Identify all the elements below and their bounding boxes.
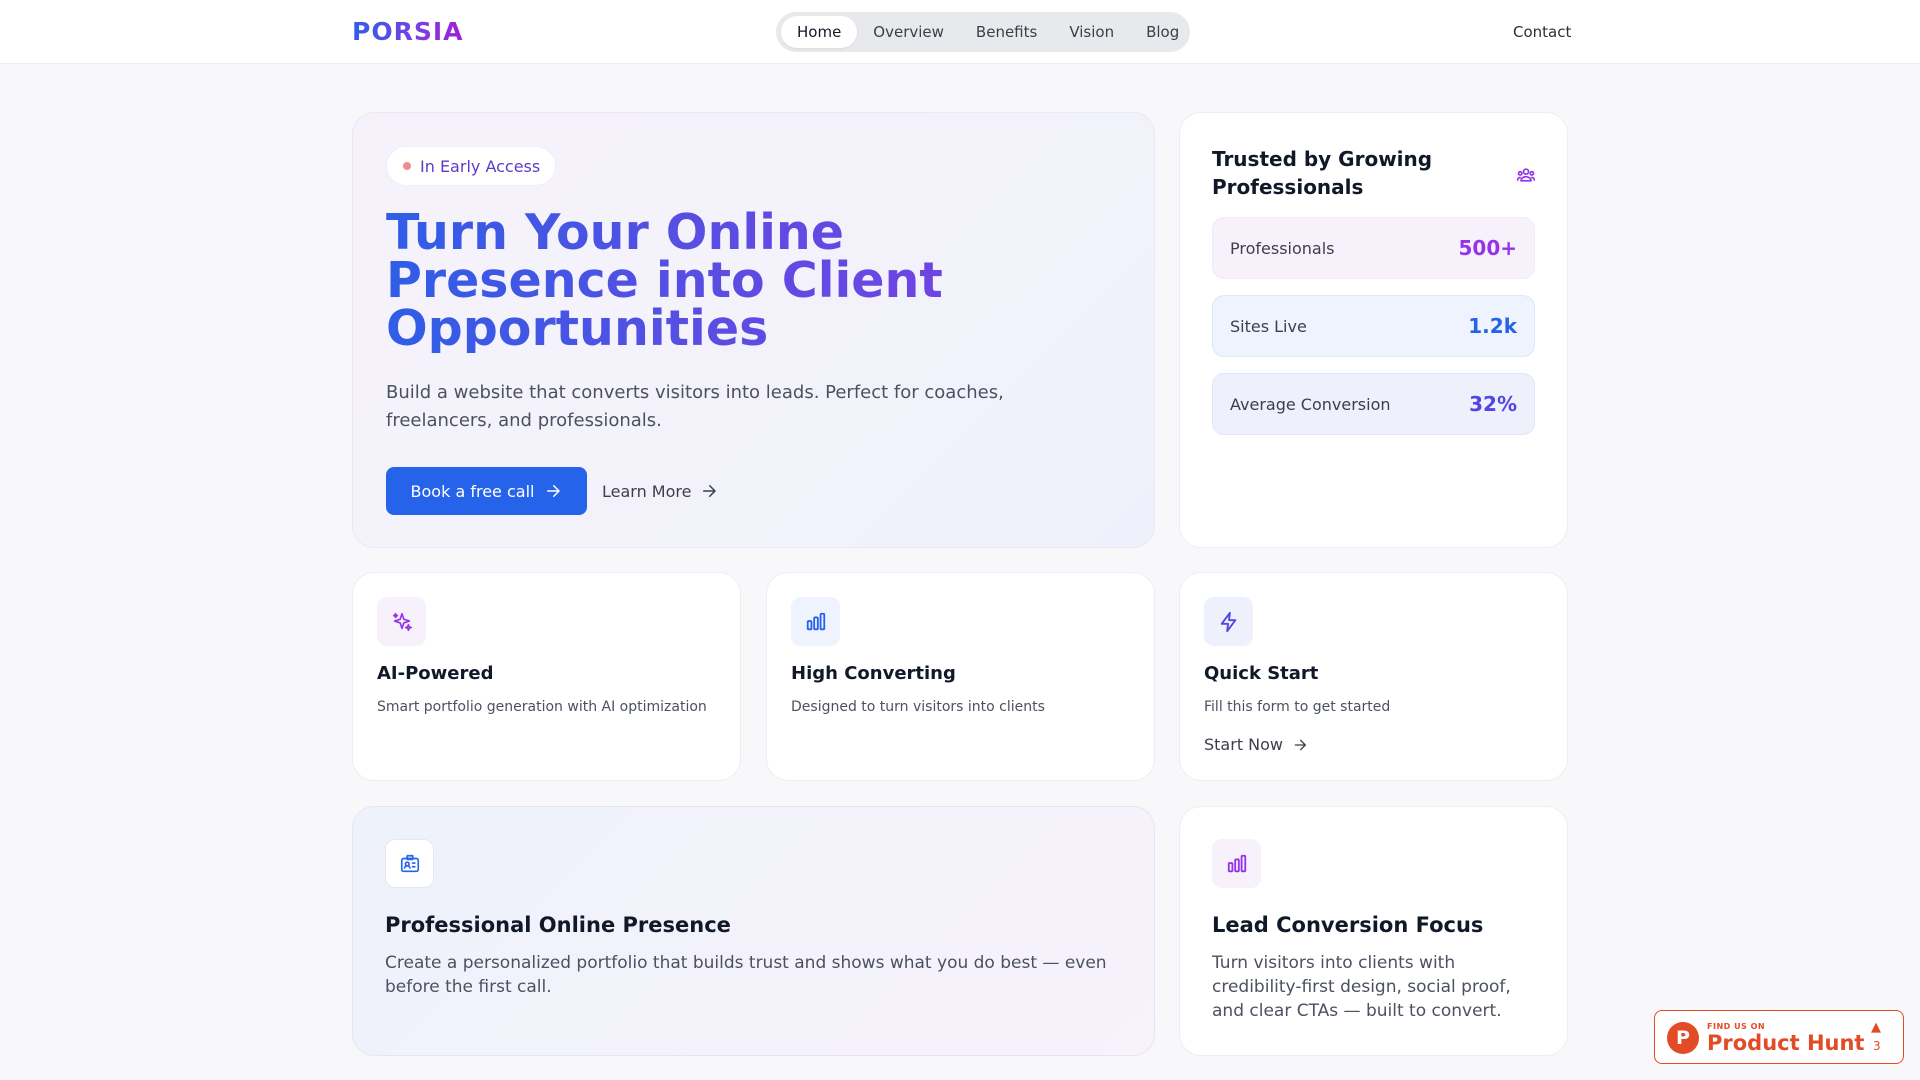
stat-label: Sites Live — [1230, 316, 1307, 336]
upvote-icon: ▲ — [1871, 1020, 1881, 1035]
feature-title: AI-Powered — [377, 663, 494, 684]
book-call-label: Book a free call — [410, 481, 535, 501]
presence-icon-box — [385, 839, 434, 888]
product-hunt-logo-icon: P — [1667, 1022, 1699, 1054]
nav-item-home[interactable]: Home — [781, 16, 858, 48]
status-dot — [403, 162, 411, 170]
feature-description: Designed to turn visitors into clients — [791, 699, 1045, 715]
stat-average-conversion: Average Conversion 32% — [1212, 373, 1535, 435]
product-hunt-name: Product Hunt — [1707, 1031, 1865, 1055]
product-hunt-badge[interactable]: P FIND US ON Product Hunt ▲ 3 — [1654, 1010, 1904, 1064]
learn-more-label: Learn More — [602, 481, 692, 501]
nav-item-vision[interactable]: Vision — [1053, 16, 1130, 48]
feature-description: Smart portfolio generation with AI optim… — [377, 699, 707, 715]
presence-title: Professional Online Presence — [385, 913, 731, 937]
stat-value: 500+ — [1458, 236, 1517, 260]
feature-icon-box — [791, 597, 840, 646]
presence-description: Create a personalized portfolio that bui… — [385, 953, 1107, 997]
presence-card: Professional Online Presence Create a pe… — [352, 806, 1155, 1056]
feature-icon-box — [377, 597, 426, 646]
brand-logo[interactable]: PORSIA — [352, 16, 463, 48]
feature-card-quick-start: Quick Start Fill this form to get starte… — [1179, 572, 1568, 781]
bar-chart-icon — [1227, 854, 1246, 872]
conversion-title: Lead Conversion Focus — [1212, 913, 1484, 937]
trusted-title: Trusted by Growing Professionals — [1212, 147, 1433, 199]
nav-item-overview[interactable]: Overview — [857, 16, 960, 48]
lightning-icon — [1220, 611, 1236, 632]
stat-label: Professionals — [1230, 238, 1335, 258]
bar-chart-icon — [806, 612, 825, 630]
main-nav: Home Overview Benefits Vision Blog — [776, 12, 1190, 52]
upvote-count: 3 — [1873, 1039, 1881, 1053]
nav-item-blog[interactable]: Blog — [1130, 16, 1195, 48]
feature-card-ai: AI-Powered Smart portfolio generation wi… — [352, 572, 741, 781]
conversion-card: Lead Conversion Focus Turn visitors into… — [1179, 806, 1568, 1056]
feature-card-conversion: High Converting Designed to turn visitor… — [766, 572, 1155, 781]
users-icon — [1516, 168, 1536, 182]
start-now-link[interactable]: Start Now — [1204, 735, 1308, 754]
arrow-right-icon — [1294, 739, 1307, 750]
site-header: PORSIA Home Overview Benefits Vision Blo… — [0, 0, 1920, 64]
hero-subtitle: Build a website that converts visitors i… — [386, 382, 1004, 431]
feature-icon-box — [1204, 597, 1253, 646]
learn-more-button[interactable]: Learn More — [602, 467, 718, 515]
nav-item-benefits[interactable]: Benefits — [960, 16, 1053, 48]
book-call-button[interactable]: Book a free call — [386, 467, 587, 515]
hero-title: Turn Your Online Presence into Client Op… — [386, 208, 1106, 353]
stat-sites-live: Sites Live 1.2k — [1212, 295, 1535, 357]
feature-title: Quick Start — [1204, 663, 1319, 684]
feature-title: High Converting — [791, 663, 956, 684]
id-card-icon — [400, 854, 419, 872]
product-hunt-caption: FIND US ON — [1707, 1022, 1766, 1031]
conversion-icon-box — [1212, 839, 1261, 888]
sparkles-icon — [392, 612, 412, 631]
start-now-label: Start Now — [1204, 735, 1284, 754]
badge-label: In Early Access — [420, 156, 541, 176]
conversion-description: Turn visitors into clients with credibil… — [1212, 953, 1511, 1021]
arrow-right-icon — [547, 485, 561, 497]
trusted-card: Trusted by Growing Professionals Profess… — [1179, 112, 1568, 548]
feature-description: Fill this form to get started — [1204, 699, 1391, 715]
stat-value: 32% — [1469, 392, 1517, 416]
contact-link[interactable]: Contact — [1513, 22, 1571, 42]
stat-value: 1.2k — [1468, 314, 1517, 338]
stat-label: Average Conversion — [1230, 394, 1391, 414]
hero-card: In Early Access Turn Your Online Presenc… — [352, 112, 1155, 548]
early-access-badge: In Early Access — [386, 146, 557, 186]
stat-professionals: Professionals 500+ — [1212, 217, 1535, 279]
arrow-right-icon — [703, 485, 717, 497]
